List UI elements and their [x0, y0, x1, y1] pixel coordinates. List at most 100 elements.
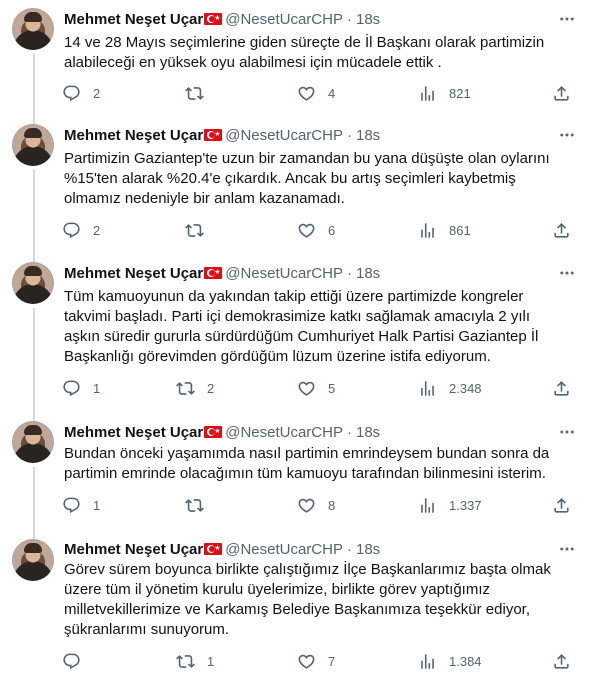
reply-count: 2	[93, 85, 101, 101]
author-name[interactable]: Mehmet Neşet Uçar	[64, 11, 203, 28]
author-name[interactable]: Mehmet Neşet Uçar	[64, 424, 203, 441]
views-icon	[418, 496, 437, 515]
avatar[interactable]	[12, 262, 54, 304]
timestamp[interactable]: 18s	[356, 127, 380, 144]
avatar[interactable]	[12, 8, 54, 50]
views-button[interactable]: 861	[418, 218, 471, 242]
author-name[interactable]: Mehmet Neşet Uçar	[64, 265, 203, 282]
turkish-flag-icon: ★	[204, 267, 223, 279]
turkish-flag-icon: ★	[204, 129, 223, 141]
separator: ·	[346, 540, 352, 558]
share-button[interactable]	[552, 81, 571, 105]
tweet-text: 14 ve 28 Mayıs seçimlerine giden süreçte…	[64, 33, 576, 73]
more-icon[interactable]	[556, 125, 578, 145]
author-name[interactable]: Mehmet Neşet Uçar	[64, 541, 203, 558]
reply-icon	[62, 652, 81, 671]
more-icon[interactable]	[556, 263, 578, 283]
retweet-icon	[185, 84, 204, 103]
more-icon[interactable]	[556, 422, 578, 442]
tweet-actions: 2 4 821	[56, 81, 586, 105]
retweet-button[interactable]	[185, 218, 216, 242]
tweet-text-line: Görev sürem boyunca birlikte çalıştığımı…	[64, 561, 551, 578]
like-button[interactable]: 8	[297, 493, 335, 517]
tweet[interactable]: Mehmet Neşet Uçar ★ @NesetUcarCHP · 18s …	[0, 116, 590, 254]
tweet-text-line: şükranlarımı sunuyorum.	[64, 621, 230, 638]
tweet-text-line: üzere tüm il yönetim kurulu üyelerimize,…	[64, 581, 490, 598]
tweet-thread: Mehmet Neşet Uçar ★ @NesetUcarCHP · 18s …	[0, 0, 590, 673]
author-handle[interactable]: @NesetUcarCHP	[225, 424, 343, 441]
share-button[interactable]	[552, 649, 571, 673]
thread-connector	[33, 254, 35, 262]
tweet-text-line: 14 ve 28 Mayıs seçimlerine giden süreçte…	[64, 34, 545, 51]
avatar[interactable]	[12, 539, 54, 581]
tweet-text-line: Partimizin Gaziantep'te uzun bir zamanda…	[64, 150, 550, 167]
retweet-icon	[176, 652, 195, 671]
author-handle[interactable]: @NesetUcarCHP	[225, 127, 343, 144]
tweet-text: Tüm kamuoyunun da yakından takip ettiği …	[64, 287, 576, 367]
share-icon	[552, 652, 571, 671]
like-count: 6	[328, 222, 336, 238]
reply-button[interactable]: 2	[62, 218, 100, 242]
thread-connector	[33, 170, 35, 254]
retweet-icon	[185, 221, 204, 240]
reply-icon	[62, 84, 81, 103]
separator: ·	[346, 126, 352, 144]
tweet-text-line: aşkın süredir gururla sürdürdüğüm Cumhur…	[64, 328, 539, 345]
tweet-text-line: %15'ten alarak %20.4'e çıkardık. Ancak b…	[64, 170, 516, 187]
author-name[interactable]: Mehmet Neşet Uçar	[64, 127, 203, 144]
separator: ·	[346, 423, 352, 441]
views-button[interactable]: 1.337	[418, 493, 482, 517]
like-icon	[297, 496, 316, 515]
tweet[interactable]: Mehmet Neşet Uçar ★ @NesetUcarCHP · 18s …	[0, 413, 590, 531]
retweet-button[interactable]	[185, 81, 216, 105]
reply-icon	[62, 496, 81, 515]
reply-button[interactable]: 2	[62, 81, 100, 105]
timestamp[interactable]: 18s	[356, 11, 380, 28]
avatar[interactable]	[12, 124, 54, 166]
views-button[interactable]: 1.384	[418, 649, 482, 673]
author-handle[interactable]: @NesetUcarCHP	[225, 541, 343, 558]
views-count: 1.337	[449, 497, 482, 513]
like-icon	[297, 221, 316, 240]
tweet-actions: 1 2 5 2.348	[56, 376, 586, 400]
author-handle[interactable]: @NesetUcarCHP	[225, 11, 343, 28]
retweet-button[interactable]: 1	[176, 649, 214, 673]
avatar[interactable]	[12, 421, 54, 463]
views-button[interactable]: 821	[418, 81, 471, 105]
author-handle[interactable]: @NesetUcarCHP	[225, 265, 343, 282]
tweet[interactable]: Mehmet Neşet Uçar ★ @NesetUcarCHP · 18s …	[0, 531, 590, 673]
tweet-text-line: alabileceği en yüksek oyu alabilmesi içi…	[64, 54, 442, 71]
tweet[interactable]: Mehmet Neşet Uçar ★ @NesetUcarCHP · 18s …	[0, 254, 590, 413]
like-button[interactable]: 7	[297, 649, 335, 673]
timestamp[interactable]: 18s	[356, 541, 380, 558]
tweet[interactable]: Mehmet Neşet Uçar ★ @NesetUcarCHP · 18s …	[0, 0, 590, 116]
reply-button[interactable]: 1	[62, 493, 100, 517]
turkish-flag-icon: ★	[204, 543, 223, 555]
share-icon	[552, 496, 571, 515]
retweet-button[interactable]: 2	[176, 376, 214, 400]
views-icon	[418, 379, 437, 398]
share-button[interactable]	[552, 218, 571, 242]
more-icon[interactable]	[556, 539, 578, 559]
retweet-count: 1	[207, 653, 215, 669]
like-button[interactable]: 6	[297, 218, 335, 242]
like-button[interactable]: 4	[297, 81, 335, 105]
timestamp[interactable]: 18s	[356, 265, 380, 282]
views-icon	[418, 84, 437, 103]
tweet-header: Mehmet Neşet Uçar ★ @NesetUcarCHP · 18s	[64, 9, 380, 29]
tweet-actions: 1 7 1.384	[56, 649, 586, 673]
tweet-text-line: Başkanlığı görevimden gördüğüm lüzum üze…	[64, 348, 491, 365]
timestamp[interactable]: 18s	[356, 424, 380, 441]
share-button[interactable]	[552, 493, 571, 517]
share-button[interactable]	[552, 376, 571, 400]
views-count: 2.348	[449, 380, 482, 396]
reply-count: 1	[93, 380, 101, 396]
share-icon	[552, 221, 571, 240]
like-button[interactable]: 5	[297, 376, 335, 400]
retweet-button[interactable]	[185, 493, 216, 517]
reply-button[interactable]	[62, 649, 93, 673]
more-icon[interactable]	[556, 9, 578, 29]
views-count: 821	[449, 85, 471, 101]
views-button[interactable]: 2.348	[418, 376, 482, 400]
reply-button[interactable]: 1	[62, 376, 100, 400]
